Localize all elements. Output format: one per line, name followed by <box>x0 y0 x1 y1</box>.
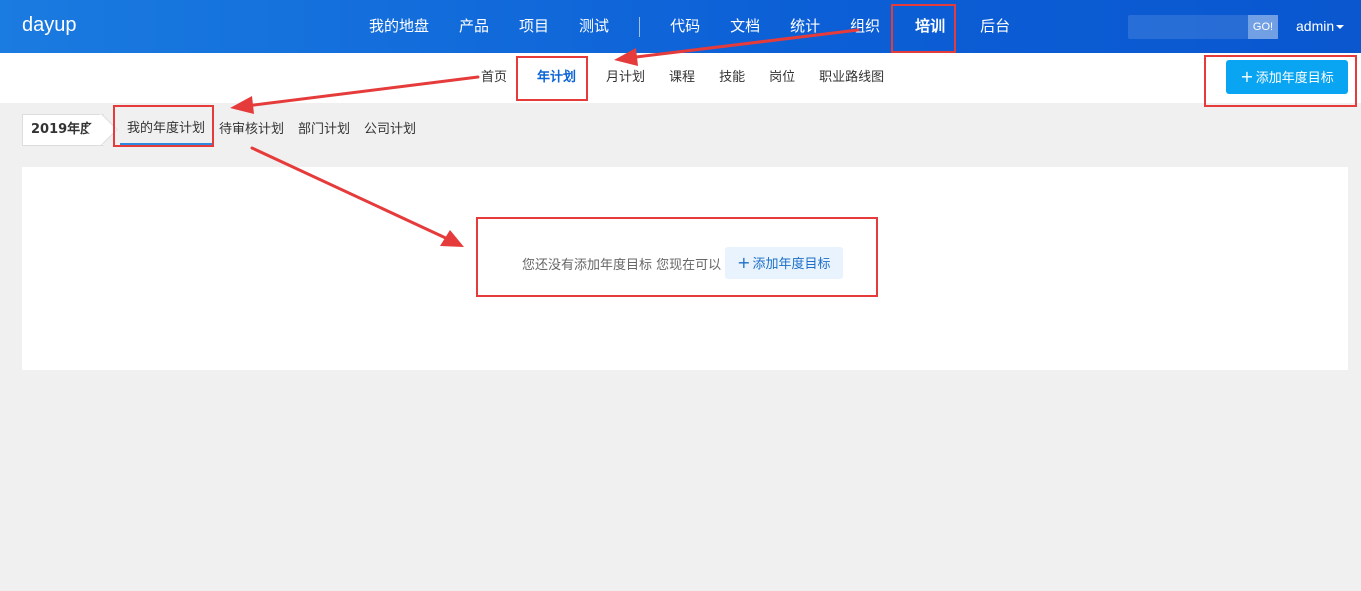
nav-item-my-space[interactable]: 我的地盘 <box>354 0 444 53</box>
nav-item-project[interactable]: 项目 <box>504 0 564 53</box>
subnav-item-home[interactable]: 首页 <box>469 53 519 103</box>
search-box: GO! <box>1128 15 1278 39</box>
nav-divider <box>639 16 641 37</box>
nav-item-admin[interactable]: 后台 <box>965 0 1025 53</box>
nav-item-stats[interactable]: 统计 <box>775 0 835 53</box>
nav-item-product[interactable]: 产品 <box>444 0 504 53</box>
subnav-item-month-plan[interactable]: 月计划 <box>594 53 657 103</box>
brand-logo[interactable]: dayup <box>22 14 77 37</box>
user-name: admin <box>1296 18 1335 34</box>
annotation-box-empty-state <box>476 217 878 297</box>
nav-item-test[interactable]: 测试 <box>564 0 624 53</box>
search-input[interactable] <box>1128 15 1248 39</box>
tab-pending-review[interactable]: 待审核计划 <box>212 116 291 144</box>
annotation-box-my-plan-tab <box>113 105 214 147</box>
subnav-item-career-path[interactable]: 职业路线图 <box>807 53 896 103</box>
annotation-box-add-goal <box>1204 55 1357 107</box>
top-navbar: dayup 我的地盘 产品 项目 测试 代码 文档 统计 组织 培训 后台 GO… <box>0 0 1361 53</box>
chevron-down-icon <box>1336 25 1345 30</box>
sub-navbar: 首页 年计划 月计划 课程 技能 岗位 职业路线图 + 添加年度目标 <box>0 53 1361 103</box>
nav-item-code[interactable]: 代码 <box>655 0 715 53</box>
subnav-item-post[interactable]: 岗位 <box>757 53 807 103</box>
nav-item-org[interactable]: 组织 <box>835 0 895 53</box>
subnav-item-course[interactable]: 课程 <box>657 53 707 103</box>
subnav-item-skill[interactable]: 技能 <box>707 53 757 103</box>
year-selector[interactable]: 2019年度 <box>22 114 104 146</box>
year-selector-value: 2019年度 <box>31 122 94 137</box>
annotation-box-year-plan <box>516 56 588 101</box>
nav-item-doc[interactable]: 文档 <box>715 0 775 53</box>
user-menu[interactable]: admin <box>1296 18 1345 34</box>
chevron-down-icon <box>95 127 104 132</box>
tab-company-plan[interactable]: 公司计划 <box>357 116 423 144</box>
annotation-box-training <box>891 4 956 53</box>
tab-department-plan[interactable]: 部门计划 <box>291 116 357 144</box>
search-go-button[interactable]: GO! <box>1248 15 1278 39</box>
